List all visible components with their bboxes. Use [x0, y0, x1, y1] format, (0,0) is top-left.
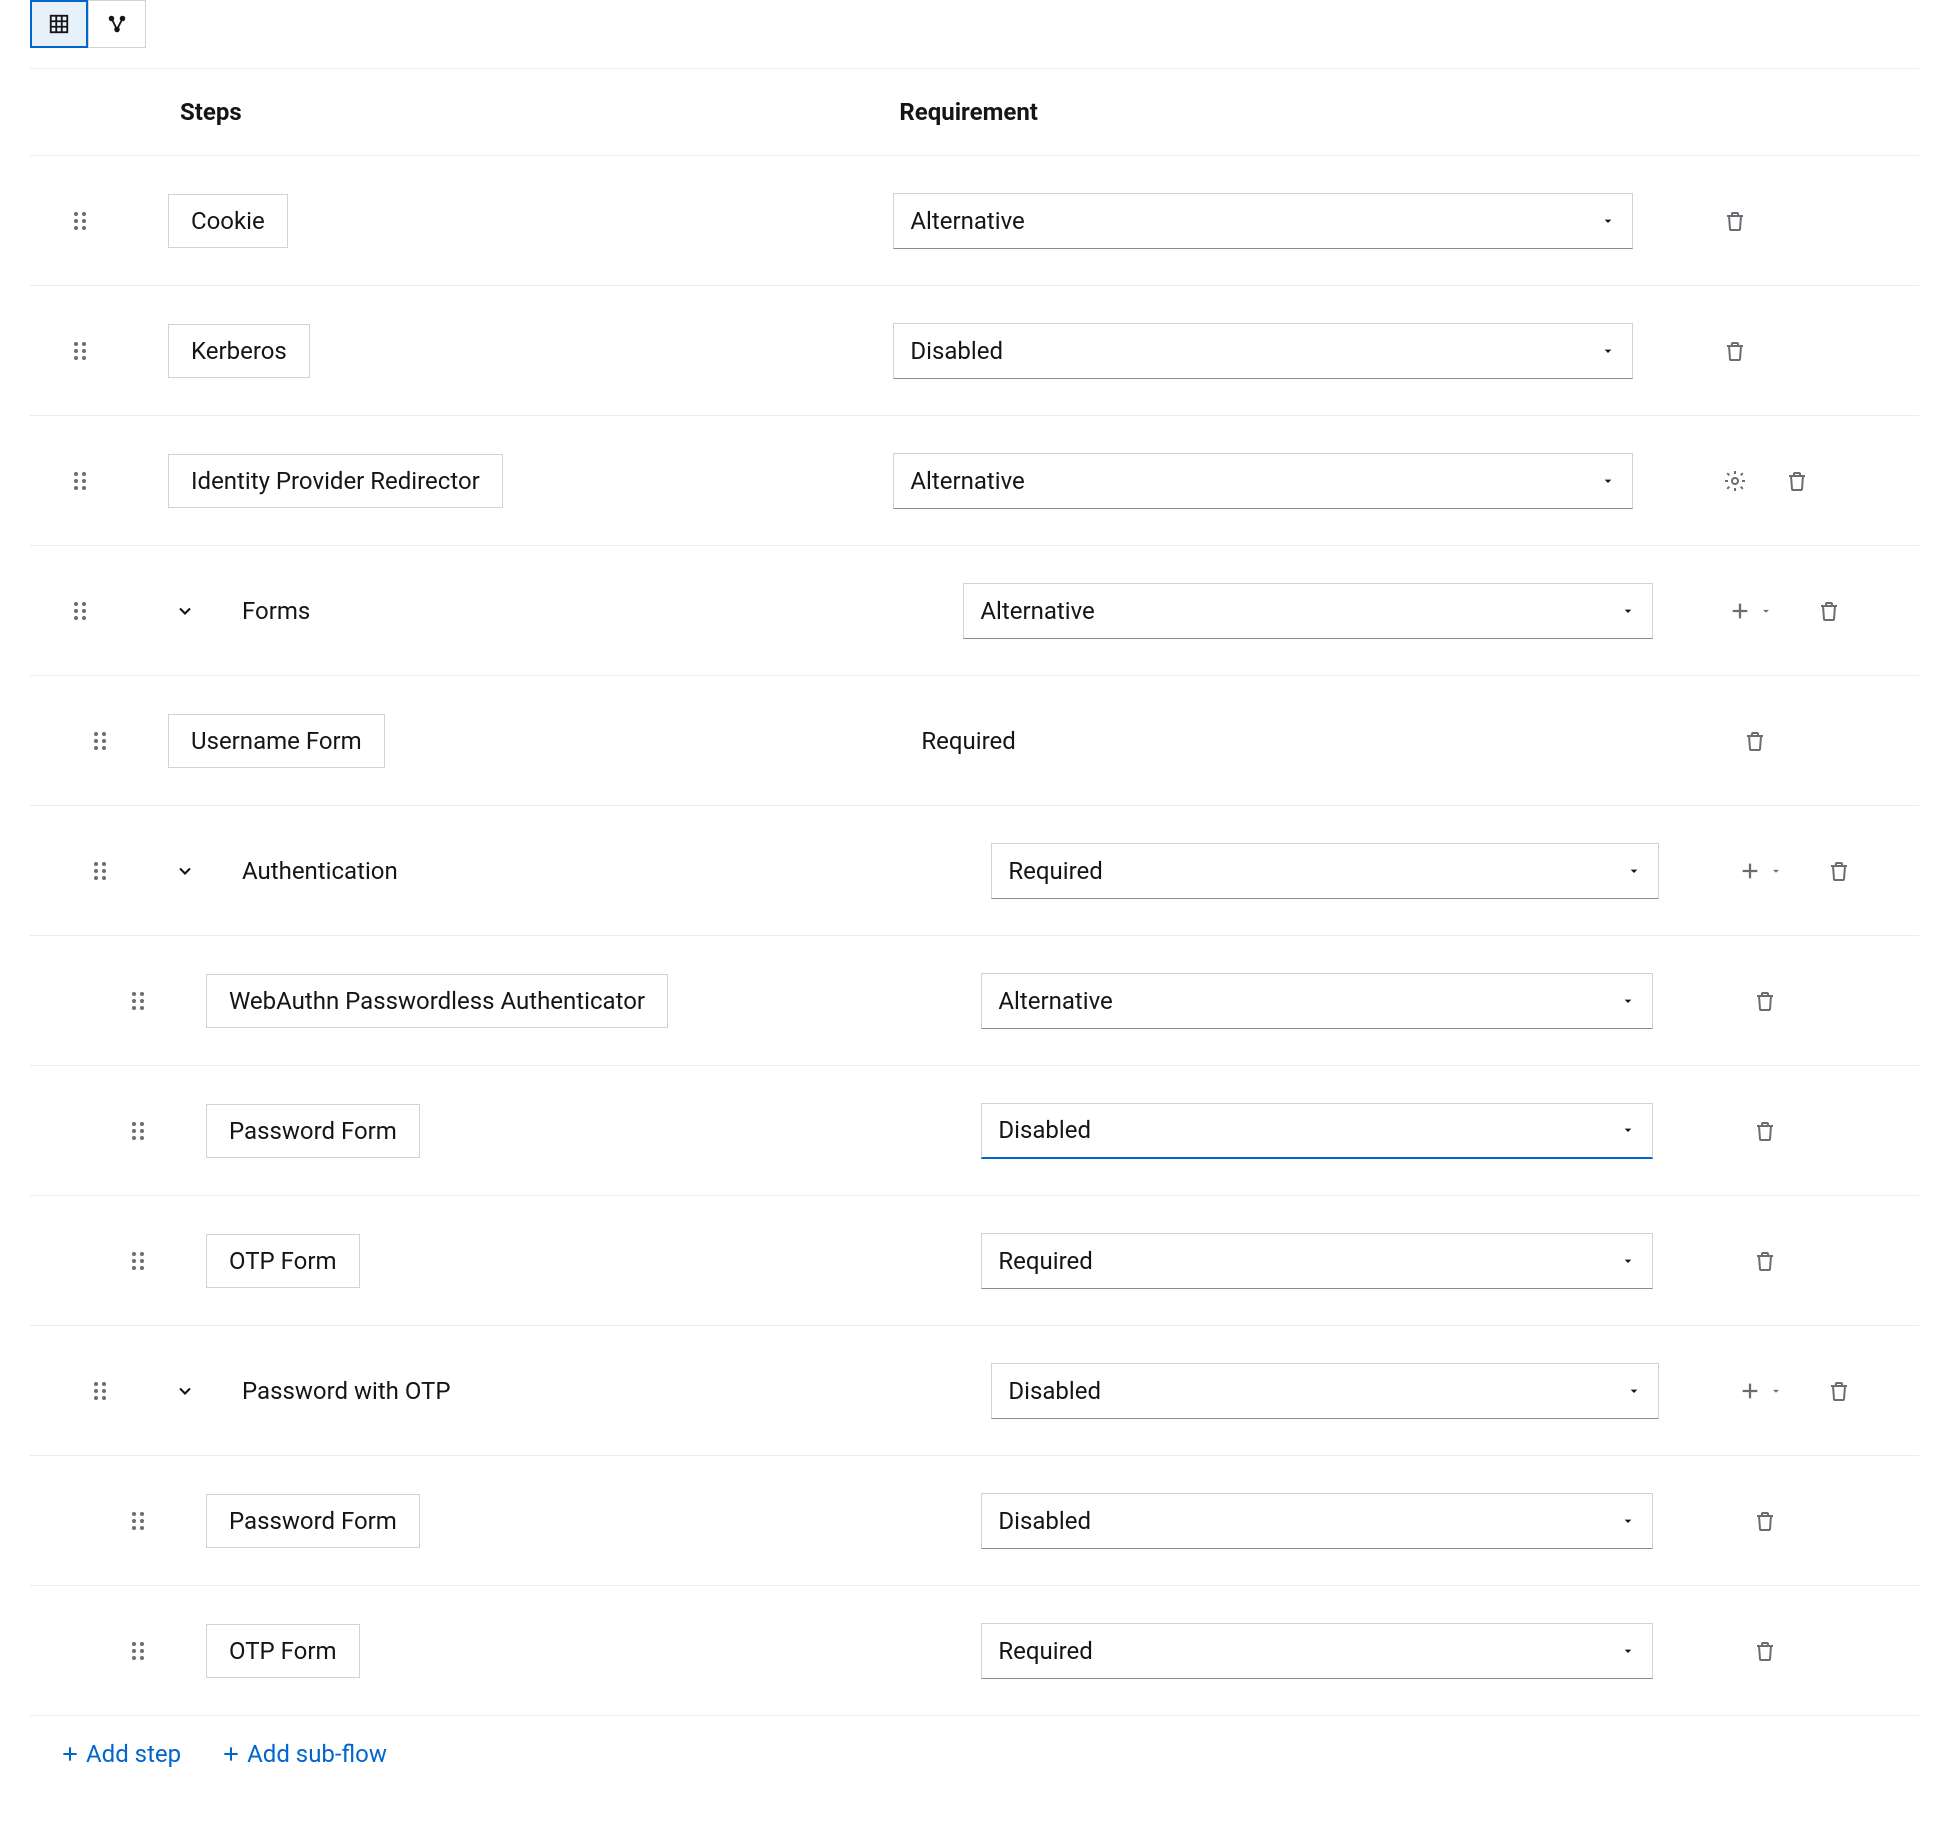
step-chip: OTP Form — [206, 1624, 360, 1678]
subflow-title: Authentication — [242, 857, 398, 885]
add-step-button[interactable] — [1729, 600, 1773, 622]
chevron-down-icon — [1620, 993, 1636, 1009]
drag-handle-icon[interactable] — [64, 465, 96, 497]
expand-toggle[interactable] — [168, 1374, 202, 1408]
requirement-select[interactable]: Alternative — [981, 973, 1653, 1029]
requirement-value: Disabled — [998, 1507, 1091, 1535]
subflow-title: Password with OTP — [242, 1377, 451, 1405]
delete-button[interactable] — [1823, 1375, 1855, 1407]
requirement-select[interactable]: Disabled — [893, 323, 1633, 379]
step-chip: Password Form — [206, 1104, 420, 1158]
step-chip: Password Form — [206, 1494, 420, 1548]
requirement-value: Disabled — [910, 337, 1003, 365]
chevron-down-icon — [1600, 213, 1616, 229]
requirement-value: Required — [1008, 857, 1102, 885]
step-chip: Kerberos — [168, 324, 310, 378]
step-row-username: Username Form Required — [30, 676, 1919, 806]
delete-button[interactable] — [1739, 725, 1771, 757]
add-step-label: Add step — [86, 1740, 181, 1768]
requirement-value: Required — [998, 1247, 1092, 1275]
chevron-down-icon — [1620, 603, 1636, 619]
chevron-down-icon — [1620, 1643, 1636, 1659]
chevron-down-icon — [1620, 1253, 1636, 1269]
header-requirement: Requirement — [893, 98, 1038, 126]
chevron-down-icon — [1620, 1513, 1636, 1529]
delete-button[interactable] — [1719, 335, 1751, 367]
drag-handle-icon[interactable] — [64, 595, 96, 627]
delete-button[interactable] — [1823, 855, 1855, 887]
header-steps: Steps — [100, 98, 242, 126]
delete-button[interactable] — [1749, 1115, 1781, 1147]
view-toggle-group — [30, 0, 1919, 48]
requirement-select[interactable]: Required — [981, 1623, 1653, 1679]
step-row-idp: Identity Provider Redirector Alternative — [30, 416, 1919, 546]
add-subflow-label: Add sub-flow — [247, 1740, 387, 1768]
expand-toggle[interactable] — [168, 594, 202, 628]
delete-button[interactable] — [1749, 1245, 1781, 1277]
drag-handle-icon[interactable] — [64, 205, 96, 237]
subflow-row-password-otp: Password with OTP Disabled — [30, 1326, 1919, 1456]
add-step-button[interactable] — [1739, 860, 1783, 882]
requirement-select[interactable]: Disabled — [981, 1493, 1653, 1549]
delete-button[interactable] — [1749, 1505, 1781, 1537]
delete-button[interactable] — [1813, 595, 1845, 627]
requirement-select[interactable]: Alternative — [893, 193, 1633, 249]
subflow-row-forms: Forms Alternative — [30, 546, 1919, 676]
step-row-webauthn: WebAuthn Passwordless Authenticator Alte… — [30, 936, 1919, 1066]
requirement-value: Alternative — [980, 597, 1094, 625]
chevron-down-icon — [1620, 1122, 1636, 1138]
requirement-value: Required — [998, 1637, 1092, 1665]
delete-button[interactable] — [1749, 985, 1781, 1017]
delete-button[interactable] — [1749, 1635, 1781, 1667]
requirement-select[interactable]: Alternative — [963, 583, 1653, 639]
requirement-select[interactable]: Required — [991, 843, 1659, 899]
subflow-title: Forms — [242, 597, 310, 625]
expand-toggle[interactable] — [168, 854, 202, 888]
add-subflow-link[interactable]: Add sub-flow — [221, 1740, 387, 1768]
requirement-value: Disabled — [1008, 1377, 1101, 1405]
subflow-row-authentication: Authentication Required — [30, 806, 1919, 936]
table-icon — [48, 13, 70, 35]
step-row-otp-1: OTP Form Required — [30, 1196, 1919, 1326]
plus-icon — [221, 1744, 241, 1764]
chevron-down-icon — [1626, 863, 1642, 879]
requirement-select[interactable]: Required — [981, 1233, 1653, 1289]
requirement-value: Alternative — [998, 987, 1112, 1015]
delete-button[interactable] — [1781, 465, 1813, 497]
chevron-down-icon — [1600, 343, 1616, 359]
drag-handle-icon[interactable] — [64, 335, 96, 367]
settings-button[interactable] — [1719, 465, 1751, 497]
step-row-password-1: Password Form Disabled — [30, 1066, 1919, 1196]
requirement-select[interactable]: Alternative — [893, 453, 1633, 509]
plus-icon — [60, 1744, 80, 1764]
step-chip: OTP Form — [206, 1234, 360, 1288]
requirement-value: Required — [921, 727, 1015, 755]
requirement-value: Alternative — [910, 467, 1024, 495]
diagram-view-button[interactable] — [88, 0, 146, 48]
diagram-icon — [106, 13, 128, 35]
step-row-kerberos: Kerberos Disabled — [30, 286, 1919, 416]
requirement-select[interactable]: Disabled — [981, 1103, 1653, 1159]
requirement-value: Alternative — [910, 207, 1024, 235]
delete-button[interactable] — [1719, 205, 1751, 237]
step-chip: Cookie — [168, 194, 288, 248]
chevron-down-icon — [1600, 473, 1616, 489]
step-chip: WebAuthn Passwordless Authenticator — [206, 974, 668, 1028]
table-view-button[interactable] — [30, 0, 88, 48]
step-chip: Username Form — [168, 714, 385, 768]
step-row-password-2: Password Form Disabled — [30, 1456, 1919, 1586]
add-step-button[interactable] — [1739, 1380, 1783, 1402]
add-step-link[interactable]: Add step — [60, 1740, 181, 1768]
chevron-down-icon — [1626, 1383, 1642, 1399]
step-row-otp-2: OTP Form Required — [30, 1586, 1919, 1716]
requirement-value: Disabled — [998, 1116, 1091, 1144]
step-chip: Identity Provider Redirector — [168, 454, 503, 508]
table-header-row: Steps Requirement — [30, 68, 1919, 156]
requirement-select[interactable]: Disabled — [991, 1363, 1659, 1419]
step-row-cookie: Cookie Alternative — [30, 156, 1919, 286]
